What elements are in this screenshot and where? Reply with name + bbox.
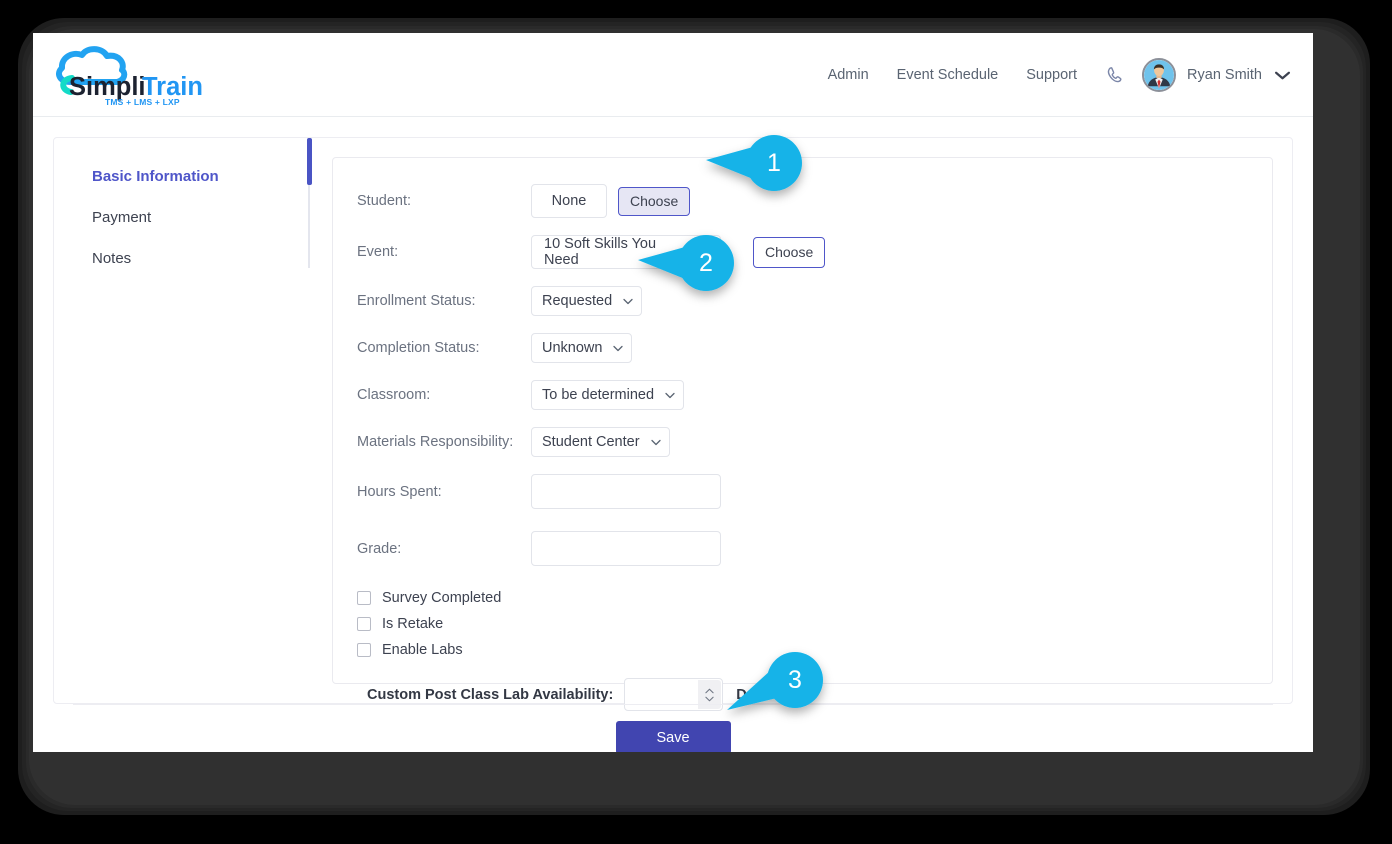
- student-value: None: [531, 184, 607, 218]
- nav-admin[interactable]: Admin: [814, 67, 883, 83]
- lab-availability-label: Custom Post Class Lab Availability:: [367, 686, 614, 703]
- chevron-down-icon: [623, 298, 633, 305]
- app-screen: Simpli Train TMS + LMS + LXP Admin Event…: [33, 33, 1313, 752]
- chevron-down-icon[interactable]: [1262, 70, 1295, 81]
- survey-completed-label[interactable]: Survey Completed: [371, 590, 501, 606]
- chevron-down-icon: [613, 345, 624, 352]
- field-row-classroom: Classroom: To be determined: [333, 380, 1272, 410]
- classroom-value: To be determined: [542, 387, 655, 403]
- logo-tagline: TMS + LMS + LXP: [105, 97, 180, 107]
- is-retake-checkbox[interactable]: [357, 617, 371, 631]
- field-row-completion-status: Completion Status: Unknown: [333, 333, 1272, 363]
- enable-labs-checkbox[interactable]: [357, 643, 371, 657]
- materials-responsibility-label: Materials Responsibility:: [357, 434, 514, 450]
- app-header: Simpli Train TMS + LMS + LXP Admin Event…: [33, 33, 1313, 117]
- nav-support[interactable]: Support: [1012, 67, 1091, 83]
- page-body: Basic Information Payment Notes Student:…: [33, 117, 1313, 752]
- header-nav: Admin Event Schedule Support Ryan Smith: [814, 33, 1295, 117]
- completion-status-select[interactable]: Unknown: [531, 333, 633, 363]
- phone-icon[interactable]: [1091, 65, 1142, 86]
- field-row-hours-spent: Hours Spent:: [333, 474, 1272, 509]
- field-row-student: Student: None Choose: [333, 184, 1272, 218]
- chevron-down-icon: [665, 392, 675, 399]
- classroom-select[interactable]: To be determined: [531, 380, 685, 410]
- field-row-event: Event: 10 Soft Skills You Need Choose: [333, 235, 1272, 269]
- nav-event-schedule[interactable]: Event Schedule: [883, 67, 1013, 83]
- enrollment-status-select[interactable]: Requested: [531, 286, 643, 316]
- sidebar-item-basic-information[interactable]: Basic Information: [54, 156, 332, 197]
- sidebar-item-label: Basic Information: [92, 168, 219, 185]
- sidebar-item-label: Payment: [92, 209, 152, 226]
- user-name[interactable]: Ryan Smith: [1176, 67, 1262, 83]
- grade-input[interactable]: [531, 531, 721, 566]
- checkbox-row-survey-completed: Survey Completed: [333, 590, 1272, 606]
- hours-spent-label: Hours Spent:: [357, 483, 442, 500]
- simplitrain-logo[interactable]: Simpli Train TMS + LMS + LXP: [53, 46, 243, 108]
- completion-status-value: Unknown: [542, 340, 603, 356]
- event-value: 10 Soft Skills You Need: [544, 236, 657, 268]
- lab-availability-unit: Days: [736, 686, 771, 703]
- sidebar-item-payment[interactable]: Payment: [54, 197, 332, 238]
- enrollment-panel: Basic Information Payment Notes Student:…: [53, 137, 1293, 711]
- materials-responsibility-select[interactable]: Student Center: [531, 427, 670, 457]
- materials-responsibility-value: Student Center: [542, 434, 640, 450]
- event-input[interactable]: 10 Soft Skills You Need: [531, 235, 721, 269]
- sidebar-item-label: Notes: [92, 250, 132, 267]
- event-label: Event:: [357, 244, 399, 260]
- chevron-down-icon: [650, 439, 661, 446]
- field-row-grade: Grade:: [333, 531, 1272, 566]
- student-choose-button[interactable]: Choose: [618, 186, 691, 216]
- sidebar-item-notes[interactable]: Notes: [54, 238, 332, 279]
- survey-completed-checkbox[interactable]: [357, 591, 371, 605]
- student-label: Student:: [357, 193, 412, 209]
- field-row-materials-responsibility: Materials Responsibility: Student Center: [333, 427, 1272, 457]
- enable-labs-label[interactable]: Enable Labs: [371, 642, 463, 658]
- grade-label: Grade:: [357, 540, 402, 557]
- hours-spent-input[interactable]: [531, 474, 721, 509]
- event-choose-button[interactable]: Choose: [753, 236, 826, 268]
- field-row-enrollment-status: Enrollment Status: Requested: [333, 286, 1272, 316]
- completion-status-label: Completion Status:: [357, 340, 480, 356]
- is-retake-label[interactable]: Is Retake: [371, 616, 443, 632]
- checkbox-row-is-retake: Is Retake: [333, 616, 1272, 632]
- avatar[interactable]: [1142, 58, 1177, 92]
- screenshot-stage: Simpli Train TMS + LMS + LXP Admin Event…: [0, 0, 1392, 844]
- basic-information-form: Student: None Choose Event: 10 Soft Skil…: [332, 157, 1273, 711]
- checkbox-row-enable-labs: Enable Labs: [333, 642, 1272, 658]
- form-footer: Save: [73, 704, 1273, 752]
- sidebar: Basic Information Payment Notes: [54, 138, 332, 703]
- enrollment-status-value: Requested: [542, 293, 613, 309]
- classroom-label: Classroom:: [357, 387, 431, 403]
- enrollment-status-label: Enrollment Status:: [357, 293, 476, 309]
- clear-circle-icon[interactable]: [694, 245, 708, 259]
- save-button[interactable]: Save: [615, 721, 731, 752]
